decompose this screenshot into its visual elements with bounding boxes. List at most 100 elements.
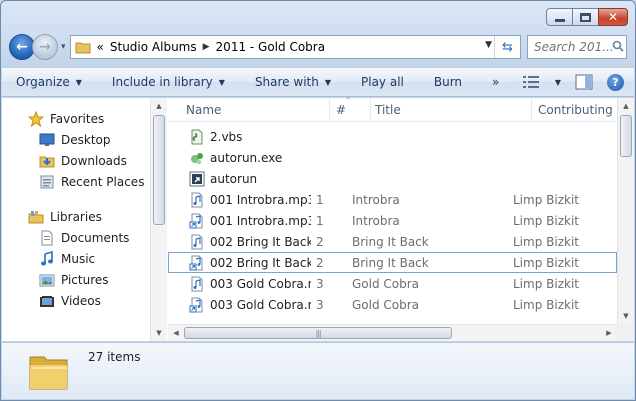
scroll-down-arrow-icon[interactable]: ▼ xyxy=(151,325,167,341)
star-icon xyxy=(28,110,44,127)
include-in-library-menu[interactable]: Include in library ▼ xyxy=(112,75,225,89)
nav-desktop[interactable]: Desktop xyxy=(2,129,150,150)
nav-music[interactable]: Music xyxy=(2,248,150,269)
file-name-cell[interactable]: autorun.exe xyxy=(169,150,311,166)
file-row[interactable]: 003 Gold Cobra.mp3... 3 Gold Cobra Limp Biz… xyxy=(168,294,617,315)
maximize-icon xyxy=(580,12,591,22)
track-number: 1 xyxy=(316,192,324,207)
nav-libraries[interactable]: Libraries xyxy=(2,206,150,227)
nav-libraries-label: Libraries xyxy=(50,209,102,224)
organize-label: Organize xyxy=(16,75,70,89)
track-title: Introbra xyxy=(352,213,400,228)
file-row[interactable]: autorun.exe xyxy=(168,147,617,168)
file-name-cell[interactable]: 2.vbs xyxy=(169,129,311,145)
file-name-cell[interactable]: 001 Introbra.mp3 xyxy=(169,192,311,208)
file-name-cell[interactable]: 002 Bring It Back.mp3 xyxy=(169,234,311,250)
search-icon xyxy=(612,40,624,55)
sort-ascending-icon: ^ xyxy=(345,96,352,105)
preview-pane-icon xyxy=(575,74,593,90)
burn-button[interactable]: Burn xyxy=(434,75,462,89)
scrollbar-thumb[interactable] xyxy=(620,115,632,157)
scroll-left-arrow-icon[interactable]: ◀ xyxy=(168,325,184,341)
share-with-menu[interactable]: Share with ▼ xyxy=(255,75,331,89)
share-label: Share with xyxy=(254,75,319,89)
recent-pages-button[interactable]: ▾ xyxy=(61,42,66,52)
file-row[interactable]: 002 Bring It Back.mp3 2 Bring It Back Limp … xyxy=(168,231,617,252)
change-view-button[interactable] xyxy=(521,72,543,92)
scroll-right-arrow-icon[interactable]: ▶ xyxy=(601,325,617,341)
column-contributing-artists[interactable]: Contributing a xyxy=(532,98,617,122)
nav-favorites[interactable]: Favorites xyxy=(2,108,150,129)
file-name-cell[interactable]: 003 Gold Cobra.mp3 xyxy=(169,276,311,292)
file-name: 002 Bring It Back.m... xyxy=(210,255,311,270)
organize-menu[interactable]: Organize ▼ xyxy=(16,75,82,89)
forward-arrow-icon: → xyxy=(39,39,51,55)
help-button[interactable]: ? xyxy=(607,73,624,91)
details-pane: 27 items xyxy=(2,342,634,399)
close-button[interactable]: ✕ xyxy=(598,8,628,26)
nav-downloads-label: Downloads xyxy=(61,153,127,168)
navigation-bar: ← → ▾ « Studio Albums ▶ 2011 - Gold Cobr… xyxy=(9,34,627,60)
more-commands-button[interactable]: » xyxy=(492,75,499,89)
contributing-artist: Limp Bizkit xyxy=(513,192,579,207)
desktop-icon xyxy=(39,133,55,146)
audio-shortcut-icon xyxy=(189,255,205,271)
file-row[interactable]: 001 Introbra.mp3 - ... 1 Introbra Limp Bizk… xyxy=(168,210,617,231)
file-name-cell[interactable]: 002 Bring It Back.m... xyxy=(169,255,311,271)
address-overflow[interactable]: « xyxy=(97,40,104,54)
file-name-cell[interactable]: 003 Gold Cobra.mp3... xyxy=(169,297,311,313)
file-name: 002 Bring It Back.mp3 xyxy=(210,234,311,249)
file-name-cell[interactable]: autorun xyxy=(169,171,311,187)
nav-videos-label: Videos xyxy=(61,293,101,308)
nav-downloads[interactable]: Downloads xyxy=(2,150,150,171)
play-all-button[interactable]: Play all xyxy=(361,75,404,89)
horizontal-scrollbar[interactable]: ◀ ||| ▶ xyxy=(168,324,617,341)
minimize-button[interactable] xyxy=(546,8,573,26)
navigation-pane: Favorites Desktop Downloads Recent Place… xyxy=(2,98,167,341)
nav-pictures[interactable]: Pictures xyxy=(2,269,150,290)
file-row[interactable]: 2.vbs xyxy=(168,126,617,147)
navigation-scrollbar[interactable]: ▲ ▼ xyxy=(150,98,167,341)
refresh-button[interactable]: ⇆ xyxy=(494,36,520,58)
maximize-button[interactable] xyxy=(572,8,599,26)
breadcrumb-gold-cobra[interactable]: 2011 - Gold Cobra xyxy=(216,40,326,54)
file-name-cell[interactable]: 001 Introbra.mp3 - ... xyxy=(169,213,311,229)
scrollbar-thumb[interactable] xyxy=(153,115,165,225)
track-number: 2 xyxy=(316,255,324,270)
forward-button[interactable]: → xyxy=(32,34,58,60)
nav-videos[interactable]: Videos xyxy=(2,290,150,311)
breadcrumb-separator[interactable]: ▶ xyxy=(203,42,210,52)
column-headers: Name # Title Contributing a ^ xyxy=(168,96,617,122)
recent-places-icon xyxy=(40,175,54,188)
column-title[interactable]: Title xyxy=(371,98,532,122)
track-title: Introbra xyxy=(352,192,400,207)
column-track-number-label: # xyxy=(336,103,347,117)
file-row[interactable]: autorun xyxy=(168,168,617,189)
nav-documents[interactable]: Documents xyxy=(2,227,150,248)
contributing-artist: Limp Bizkit xyxy=(513,255,579,270)
file-list-scrollbar[interactable]: ▲ ▼ xyxy=(617,98,634,324)
search-input[interactable] xyxy=(534,40,612,54)
preview-pane-button[interactable] xyxy=(573,72,595,92)
minimize-icon xyxy=(554,18,565,22)
address-dropdown-button[interactable]: ▼ xyxy=(485,40,492,50)
view-options-dropdown[interactable]: ▼ xyxy=(555,78,561,87)
scroll-up-arrow-icon[interactable]: ▲ xyxy=(151,98,167,114)
breadcrumb-studio-albums[interactable]: Studio Albums xyxy=(110,40,197,54)
nav-recent-places[interactable]: Recent Places xyxy=(2,171,150,192)
chevron-down-icon: ▼ xyxy=(218,77,225,87)
horizontal-scrollbar-thumb[interactable]: ||| xyxy=(184,327,452,339)
scroll-down-arrow-icon[interactable]: ▼ xyxy=(618,308,634,324)
scroll-up-arrow-icon[interactable]: ▲ xyxy=(618,98,634,114)
file-row[interactable]: 003 Gold Cobra.mp3 3 Gold Cobra Limp Bizkit xyxy=(168,273,617,294)
file-row[interactable]: 001 Introbra.mp3 1 Introbra Limp Bizkit xyxy=(168,189,617,210)
file-name: 003 Gold Cobra.mp3... xyxy=(210,297,311,312)
track-title: Bring It Back xyxy=(352,234,429,249)
caption-buttons: ✕ xyxy=(546,8,628,26)
content-area: Favorites Desktop Downloads Recent Place… xyxy=(2,96,634,341)
track-number: 3 xyxy=(316,276,324,291)
file-row[interactable]: 002 Bring It Back.m... 2 Bring It Back Limp… xyxy=(168,252,617,273)
address-bar[interactable]: « Studio Albums ▶ 2011 - Gold Cobra ▼ ⇆ xyxy=(69,35,521,59)
search-box[interactable] xyxy=(527,35,627,59)
column-name[interactable]: Name xyxy=(168,98,330,122)
